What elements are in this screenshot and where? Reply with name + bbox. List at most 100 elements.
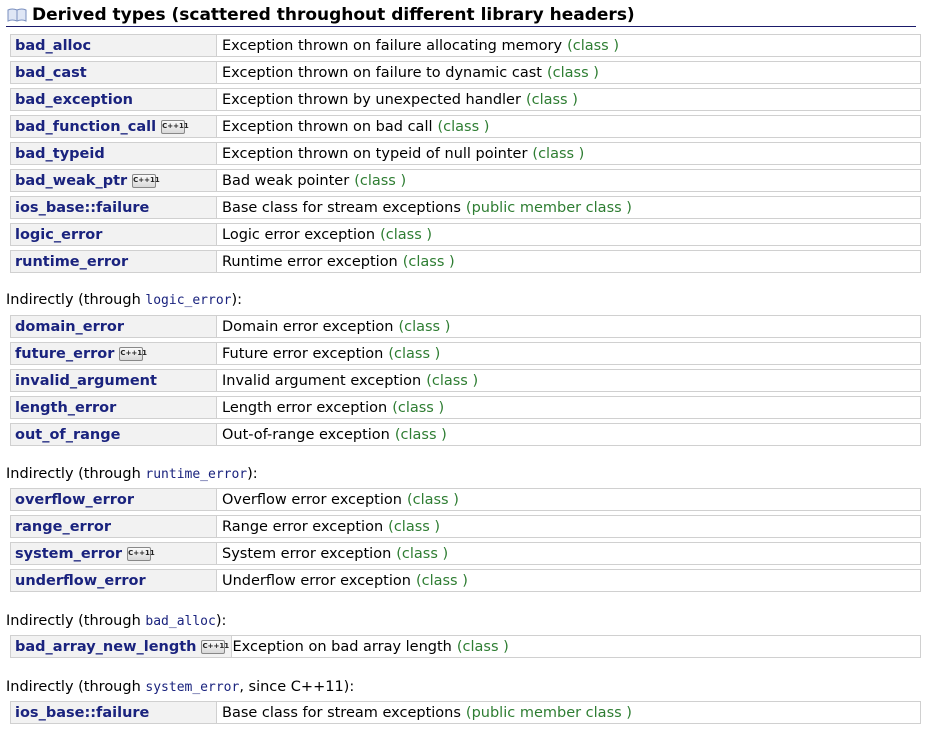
table-row: ios_base::failure Base class for stream e… — [10, 701, 921, 724]
description-text: System error exception — [222, 545, 392, 562]
exception-table: overflow_error Overflow error exception (c… — [10, 488, 921, 596]
type-name-cell: bad_exception — [11, 89, 217, 110]
type-name-cell: logic_error — [11, 224, 217, 245]
exception-table: ios_base::failure Base class for stream e… — [10, 701, 921, 728]
kind-label: (class ) — [388, 518, 441, 535]
table-row: runtime_error Runtime error exception (cla… — [10, 250, 921, 273]
type-name-cell: system_error C++11 — [11, 543, 217, 564]
cxx11-badge-icon: C++11 — [127, 546, 155, 561]
description-text: Logic error exception — [222, 226, 376, 243]
kind-label: (class ) — [456, 638, 509, 655]
type-name-cell: out_of_range — [11, 424, 217, 445]
type-description-cell: Future error exception (class ) — [217, 343, 920, 364]
type-name-cell: runtime_error — [11, 251, 217, 272]
type-description-cell: Underflow error exception (class ) — [217, 570, 920, 591]
kind-label: (class ) — [525, 91, 578, 108]
type-name-cell: future_error C++11 — [11, 343, 217, 364]
type-name-cell: invalid_argument — [11, 370, 217, 391]
kind-label: (class ) — [426, 372, 479, 389]
indirect-section-label: Indirectly (through system_error, since … — [6, 679, 354, 695]
label-base-class-code[interactable]: runtime_error — [145, 467, 247, 482]
type-name-link[interactable]: bad_exception — [15, 92, 133, 108]
kind-label: (class ) — [354, 172, 407, 189]
cxx11-badge-icon: C++11 — [201, 639, 229, 654]
description-text: Invalid argument exception — [222, 372, 422, 389]
type-name-link[interactable]: domain_error — [15, 319, 124, 335]
table-row: out_of_range Out-of-range exception (class… — [10, 423, 921, 446]
type-name-link[interactable]: bad_array_new_length — [15, 639, 196, 655]
type-description-cell: Bad weak pointer (class ) — [217, 170, 920, 191]
kind-label: (class ) — [402, 253, 455, 270]
exception-table: bad_alloc Exception thrown on failure all… — [10, 34, 921, 277]
description-text: Exception thrown on typeid of null point… — [222, 145, 528, 162]
type-name-link[interactable]: out_of_range — [15, 427, 120, 443]
type-name-link[interactable]: bad_cast — [15, 65, 87, 81]
label-suffix: ): — [247, 466, 258, 482]
indirect-section-label: Indirectly (through bad_alloc): — [6, 613, 226, 629]
cxx11-badge-icon: C++11 — [161, 119, 189, 134]
description-text: Future error exception — [222, 345, 384, 362]
type-description-cell: Runtime error exception (class ) — [217, 251, 920, 272]
type-name-link[interactable]: bad_typeid — [15, 146, 105, 162]
type-name-cell: overflow_error — [11, 489, 217, 510]
type-name-link[interactable]: ios_base::failure — [15, 200, 149, 216]
kind-label: (class ) — [388, 345, 441, 362]
type-name-link[interactable]: bad_alloc — [15, 38, 91, 54]
type-name-link[interactable]: ios_base::failure — [15, 705, 149, 721]
table-row: system_error C++11 System error exception(… — [10, 542, 921, 565]
kind-label: (class ) — [398, 318, 451, 335]
description-text: Overflow error exception — [222, 491, 402, 508]
kind-label: (class ) — [567, 37, 619, 54]
type-description-cell: Exception on bad array length (class ) — [232, 636, 920, 657]
label-prefix: Indirectly (through — [6, 466, 146, 482]
label-base-class-code[interactable]: bad_alloc — [145, 614, 215, 629]
kind-label: (class ) — [437, 118, 490, 135]
type-name-link[interactable]: range_error — [15, 519, 111, 535]
label-suffix: ): — [231, 292, 243, 308]
type-name-link[interactable]: overflow_error — [15, 492, 134, 508]
label-base-class-code[interactable]: system_error — [145, 680, 239, 695]
type-name-cell: bad_array_new_length C++11 — [11, 636, 233, 657]
type-description-cell: Exception thrown on failure to dynamic c… — [217, 62, 920, 83]
description-text: Bad weak pointer — [222, 172, 350, 189]
description-text: Base class for stream exceptions — [222, 704, 461, 721]
description-text: Exception thrown on failure to dynamic c… — [222, 64, 542, 81]
type-name-link[interactable]: bad_function_call — [15, 119, 156, 135]
type-name-link[interactable]: future_error — [15, 346, 114, 362]
type-name-cell: bad_weak_ptr C++11 — [11, 170, 217, 191]
label-base-class-code[interactable]: logic_error — [145, 293, 231, 308]
description-text: Range error exception — [222, 518, 384, 535]
kind-label: (class ) — [406, 491, 459, 508]
description-text: Exception thrown on failure allocating m… — [222, 37, 563, 54]
table-row: bad_function_call C++11 Exception thrown o… — [10, 115, 921, 138]
indirect-section-label: Indirectly (through logic_error): — [6, 292, 242, 308]
type-name-link[interactable]: invalid_argument — [15, 373, 157, 389]
label-suffix: ): — [215, 613, 227, 629]
type-name-link[interactable]: bad_weak_ptr — [15, 173, 127, 189]
type-name-cell: bad_function_call C++11 — [11, 116, 217, 137]
type-description-cell: System error exception (class ) — [217, 543, 920, 564]
type-name-link[interactable]: logic_error — [15, 227, 102, 243]
type-description-cell: Base class for stream exceptions (public … — [217, 197, 920, 218]
description-text: Base class for stream exceptions — [222, 199, 461, 216]
table-row: ios_base::failure Base class for stream e… — [10, 196, 921, 219]
type-name-cell: ios_base::failure — [11, 197, 217, 218]
type-name-link[interactable]: runtime_error — [15, 254, 128, 270]
type-name-link[interactable]: length_error — [15, 400, 116, 416]
type-description-cell: Length error exception (class ) — [217, 397, 920, 418]
type-description-cell: Range error exception (class ) — [217, 516, 920, 537]
type-name-link[interactable]: underflow_error — [15, 573, 146, 589]
description-text: Exception thrown on bad call — [222, 118, 433, 135]
description-text: Underflow error exception — [222, 572, 411, 589]
description-text: Exception thrown by unexpected handler — [222, 91, 521, 108]
table-row: overflow_error Overflow error exception (c… — [10, 488, 921, 511]
type-description-cell: Exception thrown on bad call (class ) — [217, 116, 920, 137]
type-description-cell: Exception thrown by unexpected handler (c… — [217, 89, 920, 110]
table-row: future_error C++11 Future error exception(… — [10, 342, 921, 365]
type-name-cell: bad_typeid — [11, 143, 217, 164]
description-text: Exception on bad array length — [232, 638, 452, 655]
type-name-link[interactable]: system_error — [15, 546, 122, 562]
indirect-section-label: Indirectly (through runtime_error): — [6, 466, 258, 482]
kind-label: (public member class ) — [465, 199, 632, 216]
section-header: Derived types (scattered throughout diff… — [6, 4, 916, 27]
